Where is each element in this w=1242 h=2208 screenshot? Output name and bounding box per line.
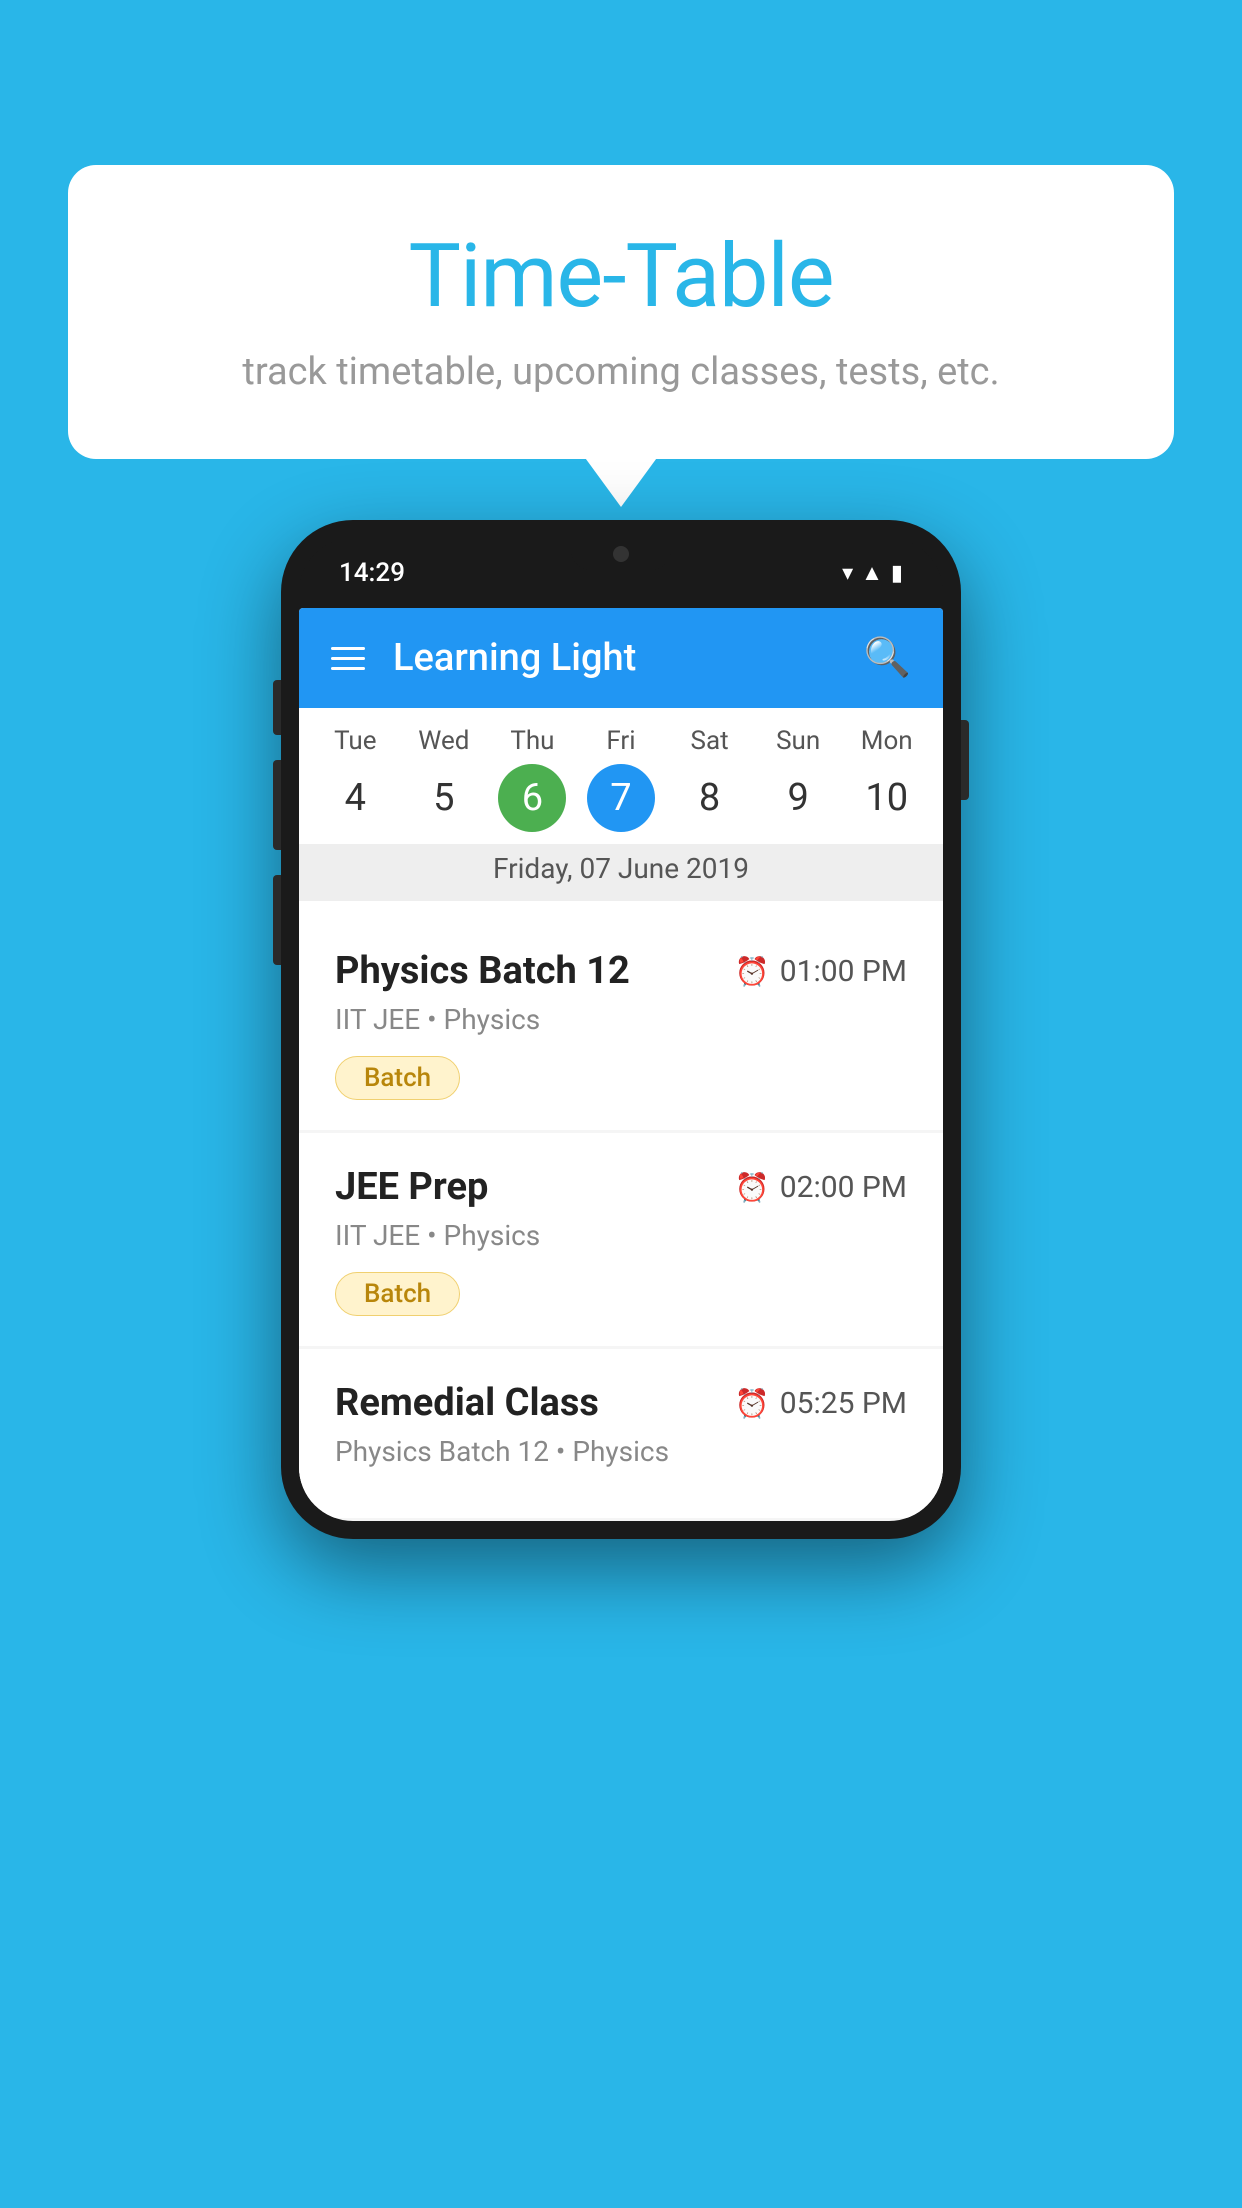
calendar-strip: Tue Wed Thu Fri Sat Sun Mon 4 5 6 7 8 9 … xyxy=(299,708,943,917)
battery-icon: ▮ xyxy=(891,561,903,586)
volume-down-button xyxy=(273,875,281,965)
clock-icon-2: ⏰ xyxy=(735,1171,770,1204)
camera xyxy=(613,546,629,562)
status-bar: 14:29 ▾ ▲ ▮ xyxy=(299,538,943,608)
time-value-3: 05:25 PM xyxy=(780,1386,907,1421)
power-button xyxy=(961,720,969,800)
day-fri: Fri xyxy=(577,726,666,756)
day-numbers: 4 5 6 7 8 9 10 xyxy=(299,764,943,844)
class-time-3: ⏰ 05:25 PM xyxy=(735,1386,907,1421)
notch xyxy=(571,538,671,570)
app-title: Learning Light xyxy=(393,636,836,680)
bubble-subtitle: track timetable, upcoming classes, tests… xyxy=(108,350,1134,394)
clock-icon-1: ⏰ xyxy=(735,955,770,988)
day-thu: Thu xyxy=(488,726,577,756)
date-5[interactable]: 5 xyxy=(400,764,489,832)
batch-tag-1: Batch xyxy=(335,1056,460,1100)
class-card-3[interactable]: Remedial Class ⏰ 05:25 PM Physics Batch … xyxy=(299,1349,943,1518)
class-name-2: JEE Prep xyxy=(335,1165,488,1209)
class-time-2: ⏰ 02:00 PM xyxy=(735,1170,907,1205)
status-time: 14:29 xyxy=(339,558,405,588)
day-headers: Tue Wed Thu Fri Sat Sun Mon xyxy=(299,708,943,764)
status-icons: ▾ ▲ ▮ xyxy=(842,560,903,586)
phone-mockup: 14:29 ▾ ▲ ▮ Learning Light 🔍 xyxy=(281,520,961,1539)
time-value-2: 02:00 PM xyxy=(780,1170,907,1205)
speech-bubble: Time-Table track timetable, upcoming cla… xyxy=(68,165,1174,459)
date-6-today[interactable]: 6 xyxy=(498,764,566,832)
phone-screen: Learning Light 🔍 Tue Wed Thu Fri Sat Sun… xyxy=(299,608,943,1521)
mute-button xyxy=(273,680,281,735)
class-name-1: Physics Batch 12 xyxy=(335,949,630,993)
date-4[interactable]: 4 xyxy=(311,764,400,832)
date-10[interactable]: 10 xyxy=(842,764,931,832)
phone-outer: 14:29 ▾ ▲ ▮ Learning Light 🔍 xyxy=(281,520,961,1539)
class-list: Physics Batch 12 ⏰ 01:00 PM IIT JEE • Ph… xyxy=(299,917,943,1518)
day-sun: Sun xyxy=(754,726,843,756)
day-mon: Mon xyxy=(842,726,931,756)
card-header-2: JEE Prep ⏰ 02:00 PM xyxy=(335,1165,907,1209)
date-9[interactable]: 9 xyxy=(754,764,843,832)
card-header-3: Remedial Class ⏰ 05:25 PM xyxy=(335,1381,907,1425)
class-meta-3: Physics Batch 12 • Physics xyxy=(335,1435,907,1468)
clock-icon-3: ⏰ xyxy=(735,1387,770,1420)
selected-date-label: Friday, 07 June 2019 xyxy=(299,844,943,901)
time-value-1: 01:00 PM xyxy=(780,954,907,989)
class-time-1: ⏰ 01:00 PM xyxy=(735,954,907,989)
day-sat: Sat xyxy=(665,726,754,756)
class-meta-1: IIT JEE • Physics xyxy=(335,1003,907,1036)
wifi-icon: ▾ xyxy=(842,561,853,586)
class-meta-2: IIT JEE • Physics xyxy=(335,1219,907,1252)
class-card-1[interactable]: Physics Batch 12 ⏰ 01:00 PM IIT JEE • Ph… xyxy=(299,917,943,1130)
date-7-selected[interactable]: 7 xyxy=(587,764,655,832)
search-button[interactable]: 🔍 xyxy=(864,636,911,680)
class-name-3: Remedial Class xyxy=(335,1381,599,1425)
day-tue: Tue xyxy=(311,726,400,756)
card-header-1: Physics Batch 12 ⏰ 01:00 PM xyxy=(335,949,907,993)
speech-bubble-container: Time-Table track timetable, upcoming cla… xyxy=(68,165,1174,459)
day-wed: Wed xyxy=(400,726,489,756)
date-8[interactable]: 8 xyxy=(665,764,754,832)
signal-icon: ▲ xyxy=(861,560,883,586)
class-card-2[interactable]: JEE Prep ⏰ 02:00 PM IIT JEE • Physics Ba… xyxy=(299,1133,943,1346)
bubble-title: Time-Table xyxy=(108,225,1134,328)
batch-tag-2: Batch xyxy=(335,1272,460,1316)
app-bar: Learning Light 🔍 xyxy=(299,608,943,708)
volume-up-button xyxy=(273,760,281,850)
menu-button[interactable] xyxy=(331,647,365,670)
